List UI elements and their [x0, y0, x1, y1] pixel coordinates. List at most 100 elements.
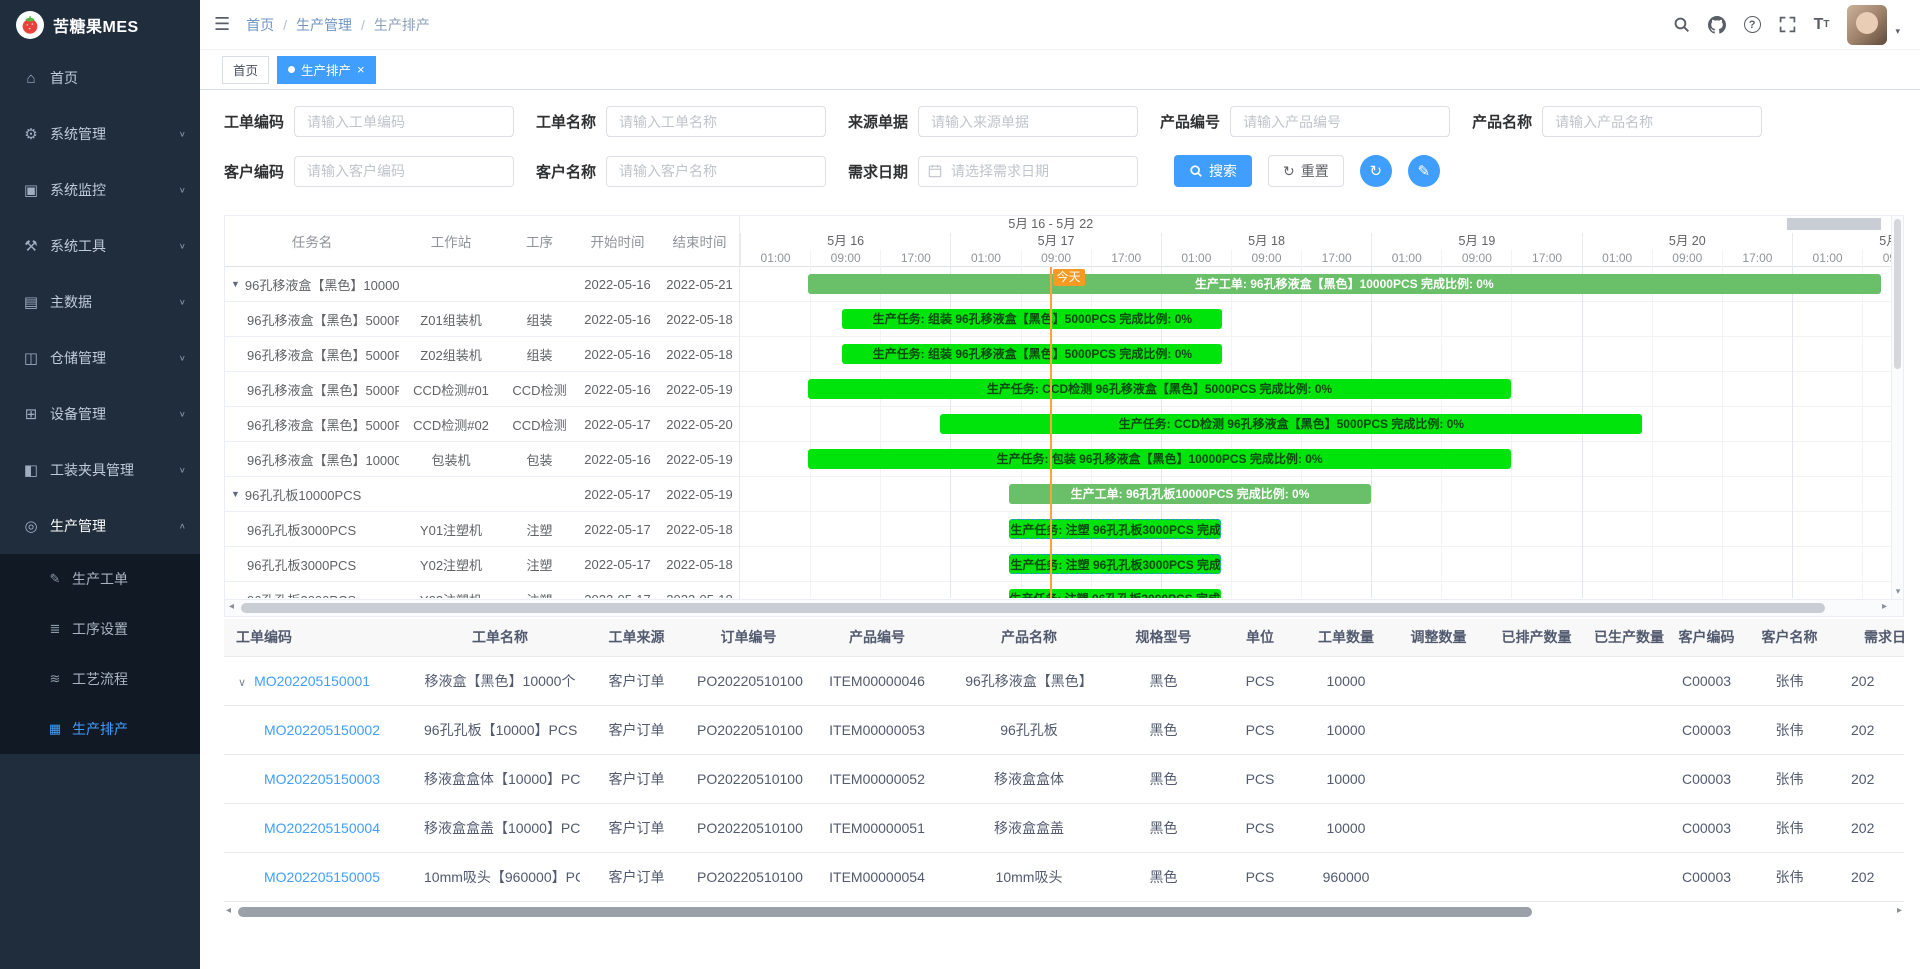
- gantt-task-row[interactable]: 96孔孔板3000PCSY01注塑机注塑2022-05-172022-05-18: [225, 512, 739, 547]
- scroll-left-icon[interactable]: ◂: [226, 905, 231, 916]
- order-cell: PO202205101001: [693, 852, 804, 901]
- scroll-right-icon[interactable]: ▸: [1882, 601, 1887, 612]
- font-size-icon[interactable]: TT: [1814, 16, 1830, 34]
- filter-field-customer-name: 客户名称: [536, 156, 826, 187]
- gantt-task-row[interactable]: 96孔移液盒【黑色】5000PCSZ02组装机组装2022-05-162022-…: [225, 337, 739, 372]
- tab-home[interactable]: 首页: [222, 56, 269, 84]
- gantt-task-row[interactable]: ▼96孔孔板10000PCS2022-05-172022-05-19: [225, 477, 739, 512]
- avatar[interactable]: [1847, 5, 1887, 45]
- sidebar-item-system-admin[interactable]: ⚙系统管理∨: [0, 106, 200, 162]
- workorder-code-input[interactable]: [294, 106, 514, 137]
- edit-button[interactable]: ✎: [1408, 155, 1440, 187]
- sidebar-item-master-data[interactable]: ▤主数据∨: [0, 274, 200, 330]
- timeline-scrollbar[interactable]: [1787, 218, 1881, 230]
- sidebar-item-system-monitor[interactable]: ▣系统监控∨: [0, 162, 200, 218]
- order-cell: 202: [1837, 754, 1904, 803]
- breadcrumb-item[interactable]: 生产管理: [296, 15, 352, 35]
- sidebar-item-equipment[interactable]: ⊞设备管理∨: [0, 386, 200, 442]
- gantt-task-row[interactable]: ▼96孔移液盒【黑色】10000PCS2022-05-162022-05-21: [225, 267, 739, 302]
- gantt-task-bar[interactable]: 生产任务: 组装 96孔移液盒【黑色】5000PCS 完成比例: 0%: [842, 309, 1222, 329]
- gantt-task-row[interactable]: 96孔移液盒【黑色】10000PCS包装机包装2022-05-162022-05…: [225, 442, 739, 477]
- gantt-task-table: 任务名工作站工序开始时间结束时间 ▼96孔移液盒【黑色】10000PCS2022…: [225, 216, 740, 599]
- scrollbar-thumb[interactable]: [1894, 219, 1901, 369]
- gantt-task-bar[interactable]: 生产任务: 注塑 96孔孔板3000PCS 完成比例: 0%: [1009, 589, 1221, 598]
- close-icon[interactable]: ×: [357, 63, 365, 76]
- github-icon[interactable]: [1708, 16, 1726, 34]
- gantt-task-row[interactable]: 96孔孔板3000PCSY02注塑机注塑2022-05-172022-05-18: [225, 547, 739, 582]
- product-code-input[interactable]: [1230, 106, 1450, 137]
- help-icon[interactable]: ?: [1744, 16, 1761, 33]
- fullscreen-icon[interactable]: [1779, 16, 1796, 33]
- gantt-vertical-scrollbar[interactable]: ▾: [1891, 216, 1903, 599]
- task-name-text: 96孔孔板3000PCS: [247, 520, 356, 539]
- breadcrumb-item[interactable]: 首页: [246, 15, 274, 35]
- gantt-task-end: 2022-05-19: [659, 452, 739, 467]
- timeline-day-label: 5月 17: [950, 233, 1160, 250]
- production-icon: ◎: [20, 517, 42, 535]
- gantt-order-bar[interactable]: 生产工单: 96孔孔板10000PCS 完成比例: 0%: [1009, 484, 1370, 504]
- order-cell: ∨ MO202205150001: [224, 656, 420, 705]
- sidebar-item-home[interactable]: ⌂首页: [0, 50, 200, 106]
- filter-row-2: 客户编码客户名称需求日期搜索↻重置↻✎: [224, 155, 1920, 187]
- gantt-task-row[interactable]: 96孔移液盒【黑色】5000PCSCCD检测#02CCD检测2022-05-17…: [225, 407, 739, 442]
- sidebar-item-fixture[interactable]: ◧工装夹具管理∨: [0, 442, 200, 498]
- gantt-order-bar[interactable]: 生产工单: 96孔移液盒【黑色】10000PCS 完成比例: 0%: [808, 274, 1881, 294]
- product-name-input[interactable]: [1542, 106, 1762, 137]
- customer-name-input[interactable]: [606, 156, 826, 187]
- timeline-hour-label: 17:00: [1301, 250, 1371, 267]
- task-name-text: 96孔移液盒【黑色】5000PCS: [247, 380, 399, 399]
- orders-horizontal-scrollbar[interactable]: ◂ ▸: [224, 905, 1904, 919]
- gantt-task-process: CCD检测: [503, 380, 576, 399]
- gantt-task-bar[interactable]: 生产任务: 注塑 96孔孔板3000PCS 完成比例: 0%: [1009, 554, 1221, 574]
- gantt-task-row[interactable]: 96孔孔板3000PCSY03注塑机注塑2022-05-172022-05-18: [225, 582, 739, 598]
- gantt-task-bar[interactable]: 生产任务: 包装 96孔移液盒【黑色】10000PCS 完成比例: 0%: [808, 449, 1511, 469]
- scroll-left-icon[interactable]: ◂: [229, 601, 234, 612]
- sidebar-toggle-icon[interactable]: ☰: [214, 14, 230, 35]
- collapse-icon[interactable]: ▼: [231, 489, 240, 499]
- expand-icon[interactable]: ∨: [238, 677, 246, 689]
- source-doc-input[interactable]: [918, 106, 1138, 137]
- sidebar-subitem-label: 工序设置: [72, 619, 128, 639]
- search-icon[interactable]: [1673, 16, 1690, 33]
- workorder-link[interactable]: MO202205150001: [254, 673, 370, 689]
- order-cell: PCS: [1219, 705, 1301, 754]
- search-button[interactable]: 搜索: [1174, 155, 1252, 187]
- scroll-down-icon[interactable]: ▾: [1892, 586, 1904, 597]
- sidebar-item-warehouse[interactable]: ◫仓储管理∨: [0, 330, 200, 386]
- sidebar-item-label: 生产管理: [50, 516, 106, 536]
- workorder-link[interactable]: MO202205150003: [264, 771, 380, 787]
- gantt-task-bar[interactable]: 生产任务: 注塑 96孔孔板3000PCS 完成比例: 0%: [1009, 519, 1221, 539]
- workorder-link[interactable]: MO202205150004: [264, 820, 380, 836]
- order-cell: 张伟: [1742, 656, 1837, 705]
- workorder-link[interactable]: MO202205150005: [264, 869, 380, 885]
- order-cell: MO202205150002: [224, 705, 420, 754]
- demand-date-input[interactable]: [918, 156, 1138, 187]
- scroll-right-icon[interactable]: ▸: [1897, 905, 1902, 916]
- sidebar-subitem-process-flow[interactable]: ≋工艺流程: [0, 654, 200, 704]
- order-row: MO20220515000296孔孔板【10000】PCS客户订单PO20220…: [224, 705, 1904, 754]
- order-cell: 移液盒【黑色】10000个: [420, 656, 580, 705]
- scrollbar-thumb[interactable]: [238, 907, 1532, 917]
- gantt-horizontal-scrollbar[interactable]: ◂ ▸: [225, 599, 1903, 616]
- gantt-task-process: 注塑: [503, 590, 576, 599]
- gantt-task-bar[interactable]: 生产任务: 组装 96孔移液盒【黑色】5000PCS 完成比例: 0%: [842, 344, 1222, 364]
- workorder-link[interactable]: MO202205150002: [264, 722, 380, 738]
- sidebar-subitem-process-settings[interactable]: ≣工序设置: [0, 604, 200, 654]
- sidebar-item-production[interactable]: ◎生产管理∧: [0, 498, 200, 554]
- gantt-task-row[interactable]: 96孔移液盒【黑色】5000PCSCCD检测#01CCD检测2022-05-16…: [225, 372, 739, 407]
- scrollbar-thumb[interactable]: [241, 603, 1825, 613]
- tab-production-scheduling[interactable]: 生产排产×: [277, 56, 376, 84]
- breadcrumb: 首页/生产管理/生产排产: [246, 15, 430, 35]
- sidebar-item-system-tools[interactable]: ⚒系统工具∨: [0, 218, 200, 274]
- workorder-name-input[interactable]: [606, 106, 826, 137]
- gantt-task-bar[interactable]: 生产任务: CCD检测 96孔移液盒【黑色】5000PCS 完成比例: 0%: [808, 379, 1511, 399]
- sidebar-subitem-production-scheduling[interactable]: ▦生产排产: [0, 704, 200, 754]
- customer-code-input[interactable]: [294, 156, 514, 187]
- gantt-task-name: 96孔孔板3000PCS: [225, 520, 399, 539]
- collapse-icon[interactable]: ▼: [231, 279, 240, 289]
- sidebar-subitem-production-workorder[interactable]: ✎生产工单: [0, 554, 200, 604]
- gantt-task-bar[interactable]: 生产任务: CCD检测 96孔移液盒【黑色】5000PCS 完成比例: 0%: [940, 414, 1642, 434]
- gantt-task-row[interactable]: 96孔移液盒【黑色】5000PCSZ01组装机组装2022-05-162022-…: [225, 302, 739, 337]
- reset-button[interactable]: ↻重置: [1268, 155, 1344, 187]
- sync-button[interactable]: ↻: [1360, 155, 1392, 187]
